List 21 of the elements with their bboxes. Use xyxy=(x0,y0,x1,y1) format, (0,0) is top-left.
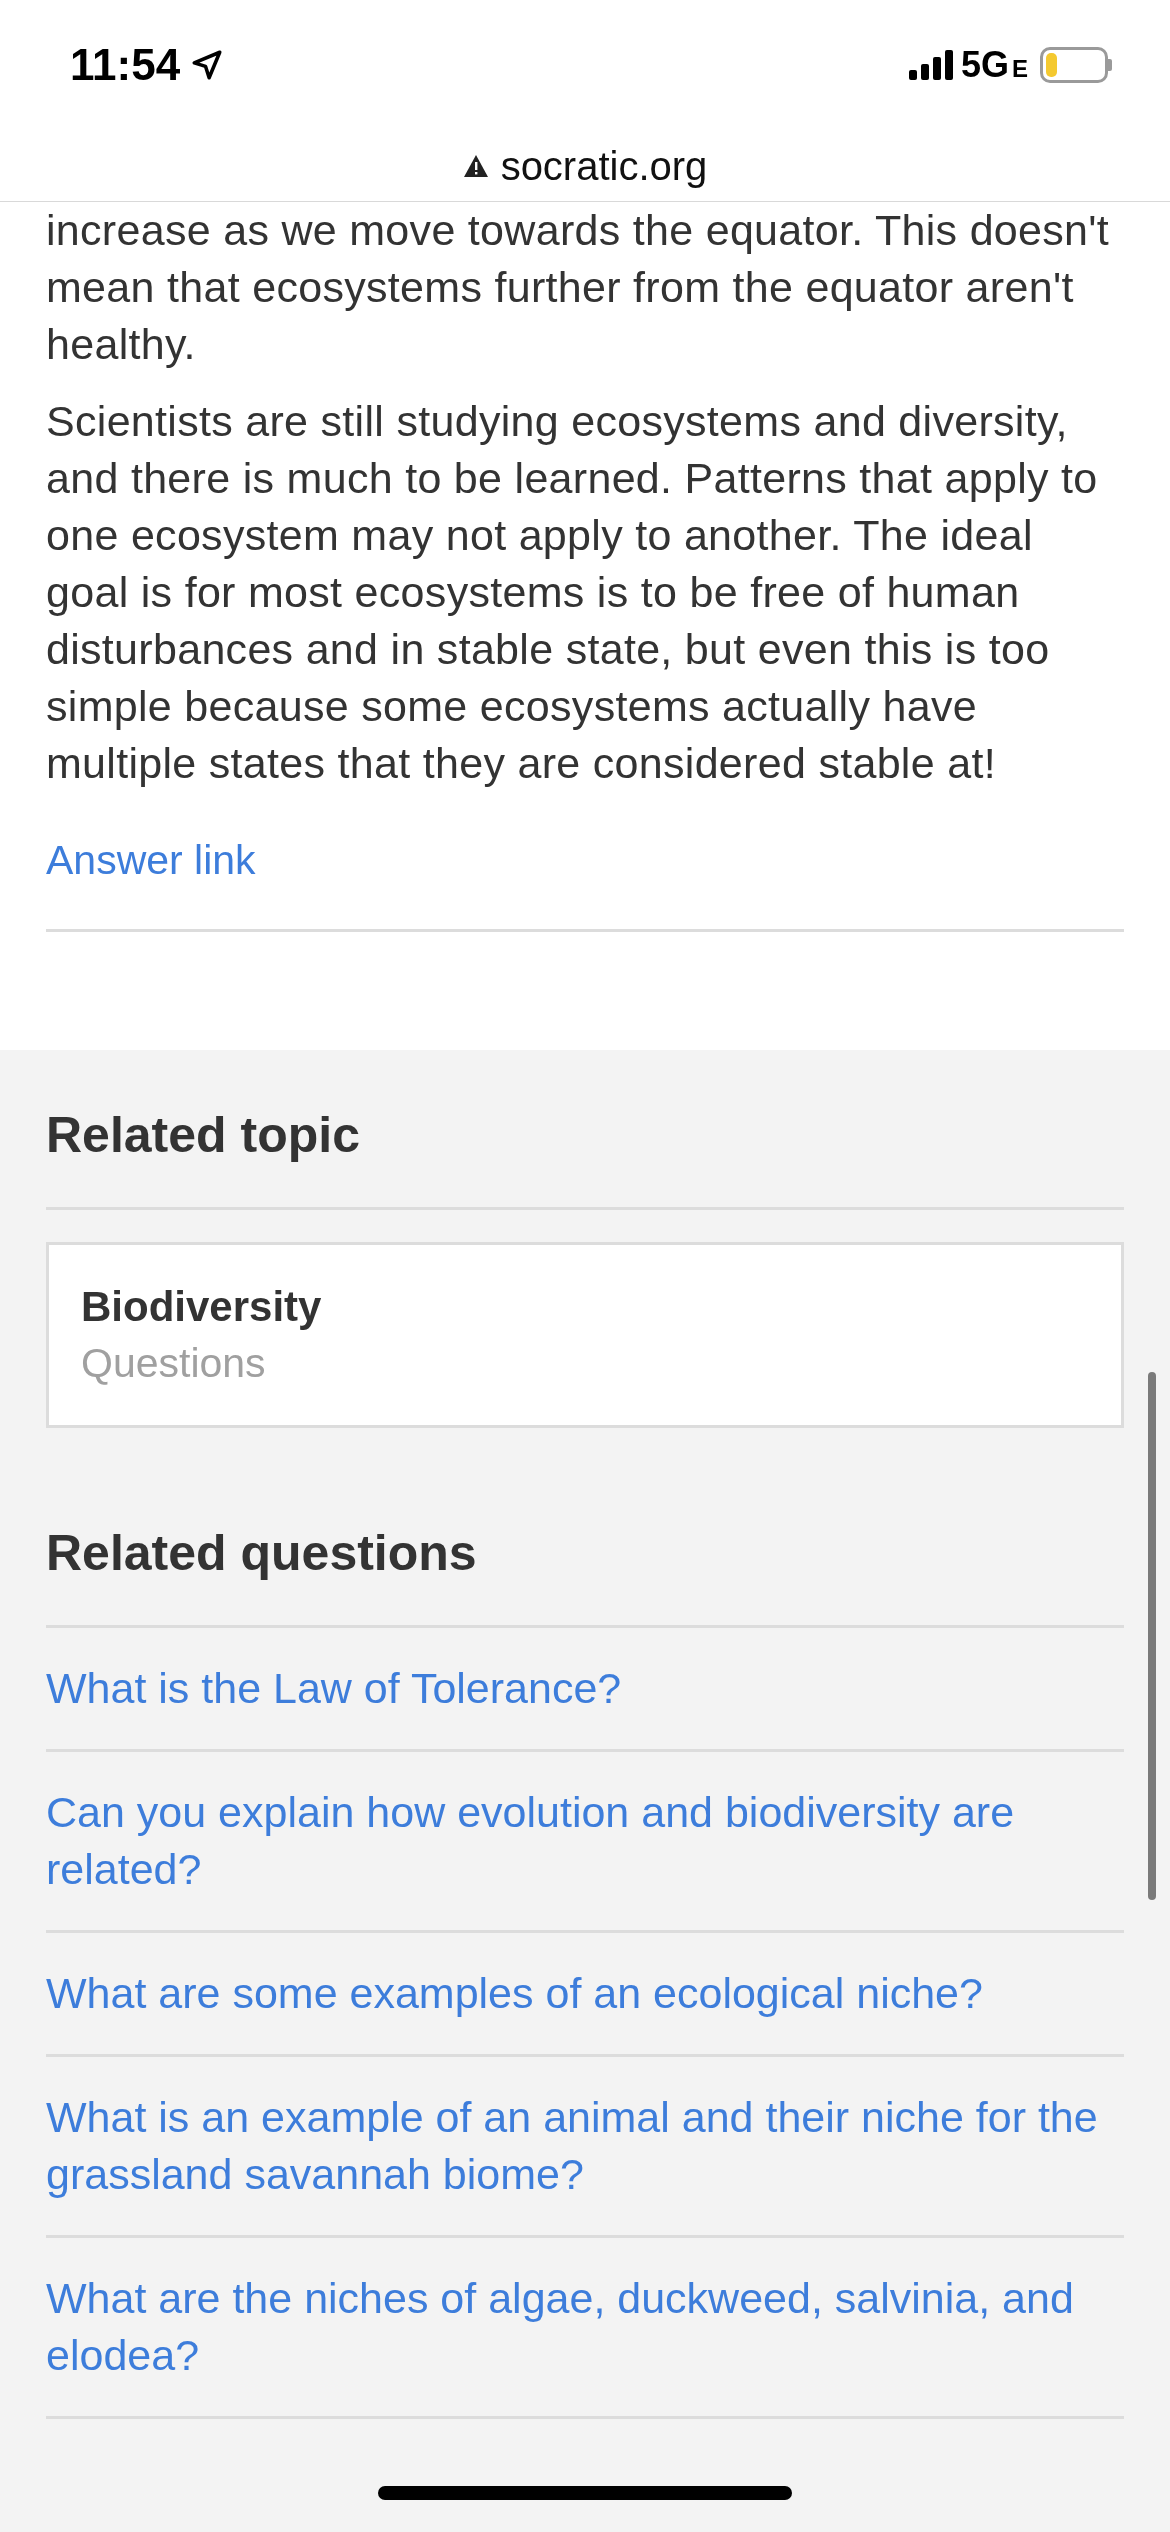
section-heading: Related questions xyxy=(46,1428,1124,1628)
question-link[interactable]: What are some examples of an ecological niche? xyxy=(46,1965,1124,2022)
question-link[interactable]: What is an example of an animal and their niche for the grassland savannah biome? xyxy=(46,2089,1124,2203)
answer-paragraph: Scientists are still studying ecosystems and diversity, and there is much to be learned. Patterns that apply to one ecosystem may not apply to another. The ideal goal is for most ecosystems is to be free of human disturbances and in stable state, but even this is too simple because some ecosystems actually have multiple states that they are considered stable at! xyxy=(46,396,1099,789)
question-link[interactable]: What is the Law of Tolerance? xyxy=(46,1660,1124,1717)
battery-icon xyxy=(1040,47,1112,83)
section-heading: Related topic xyxy=(46,1050,1124,1210)
answer-paragraph: increase as we move towards the equator. This doesn't mean that ecosystems further from the equator aren't healthy. xyxy=(46,205,1111,370)
answer-link[interactable]: Answer link xyxy=(46,832,256,889)
topic-subtitle: Questions xyxy=(81,1339,267,1388)
home-indicator[interactable] xyxy=(378,2486,792,2500)
signal-icon xyxy=(908,50,955,80)
question-link[interactable]: Can you explain how evolution and biodiversity are related? xyxy=(46,1784,1124,1898)
topic-title: Biodiversity xyxy=(81,1282,323,1332)
url-text[interactable]: socratic.org xyxy=(500,135,708,196)
clock: 11:54 xyxy=(70,39,181,91)
network-label: 5G xyxy=(960,43,1009,87)
warning-icon xyxy=(462,153,489,178)
question-link[interactable]: What are the niches of algae, duckweed, salvinia, and elodea? xyxy=(46,2270,1124,2384)
topic-card[interactable]: Biodiversity Questions xyxy=(46,1242,1124,1428)
network-suffix: E xyxy=(1012,54,1028,84)
